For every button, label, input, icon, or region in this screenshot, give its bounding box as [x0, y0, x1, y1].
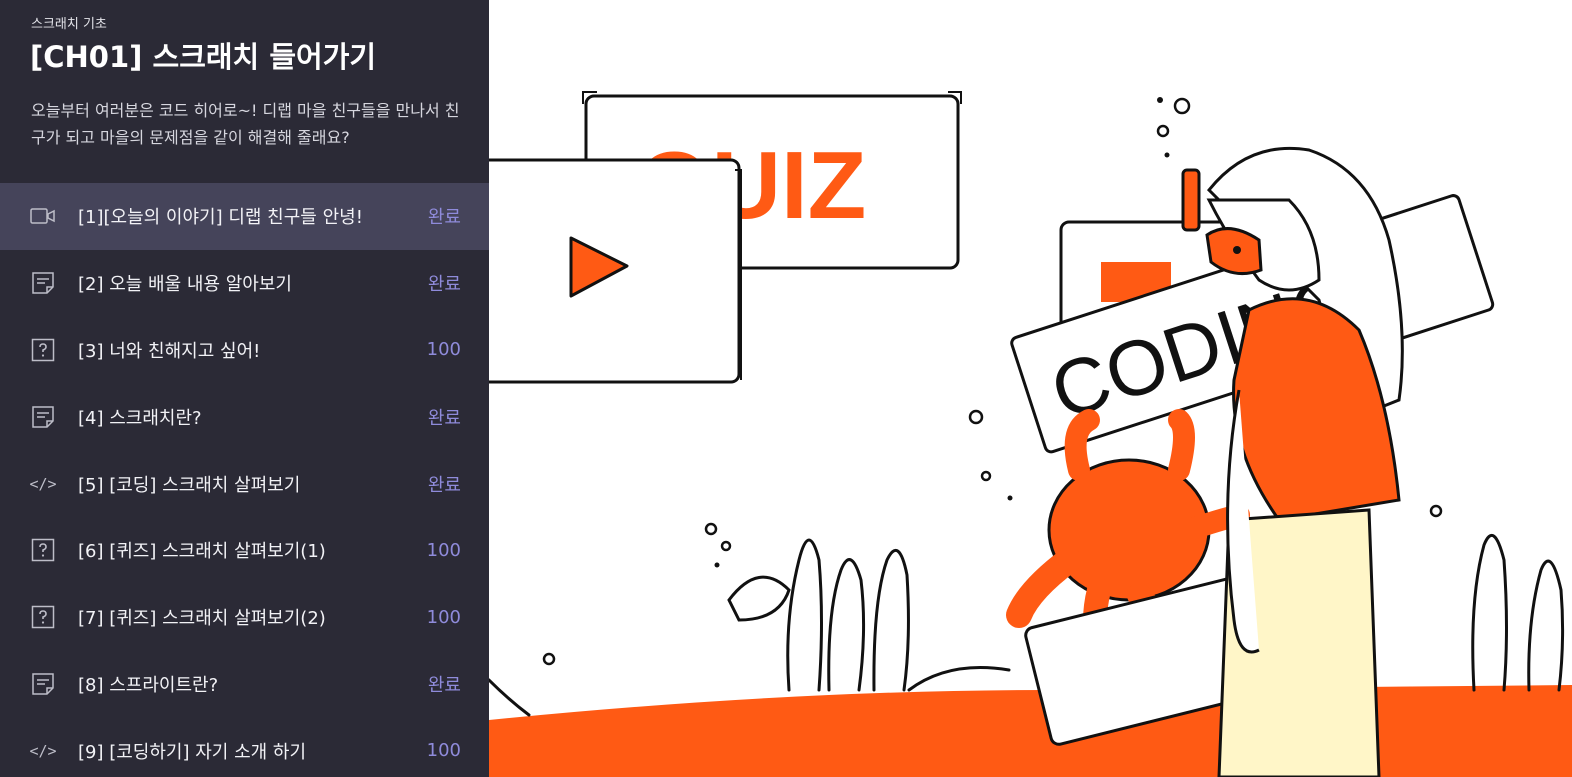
quiz-icon [29, 338, 57, 362]
lesson-status: 완료 [427, 274, 461, 296]
lesson-status: 완료 [427, 207, 461, 229]
illustration-art: QUIZ CODING [489, 91, 1572, 777]
lesson-status: 완료 [427, 407, 461, 429]
quiz-icon [29, 605, 57, 629]
lesson-item-9[interactable]: </> [9] [코딩하기] 자기 소개 하기 100 [0, 717, 489, 777]
lesson-label: [5] [코딩] 스크래치 살펴보기 [78, 474, 301, 496]
video-card [489, 158, 742, 384]
lesson-label: [1][오늘의 이야기] 디랩 친구들 안녕! [78, 207, 363, 229]
code-icon: </> [29, 741, 57, 760]
lesson-status: 완료 [427, 674, 461, 696]
lesson-label: [7] [퀴즈] 스크래치 살펴보기(2) [78, 608, 326, 630]
lesson-status: 100 [426, 339, 461, 361]
lesson-item-8[interactable]: [8] 스프라이트란? 완료 [0, 651, 489, 718]
note-icon [29, 271, 57, 295]
lesson-item-1[interactable]: [1][오늘의 이야기] 디랩 친구들 안녕! 완료 [0, 183, 489, 250]
lesson-label: [6] [퀴즈] 스크래치 살펴보기(1) [78, 541, 326, 563]
lesson-status: 100 [426, 740, 461, 762]
lesson-label: [8] 스프라이트란? [78, 674, 219, 696]
lesson-label: [4] 스크래치란? [78, 407, 202, 429]
lesson-label: [9] [코딩하기] 자기 소개 하기 [78, 741, 307, 763]
lesson-item-3[interactable]: [3] 너와 친해지고 싶어! 100 [0, 317, 489, 384]
code-icon: </> [29, 474, 57, 493]
lesson-item-2[interactable]: [2] 오늘 배울 내용 알아보기 완료 [0, 250, 489, 317]
quiz-icon [29, 538, 57, 562]
lesson-list: [1][오늘의 이야기] 디랩 친구들 안녕! 완료 [2] 오늘 배울 내용 … [0, 183, 489, 777]
lesson-label: [3] 너와 친해지고 싶어! [78, 340, 261, 362]
lesson-item-4[interactable]: [4] 스크래치란? 완료 [0, 383, 489, 450]
lesson-status: 100 [426, 539, 461, 561]
course-category: 스크래치 기초 [31, 17, 107, 32]
lesson-label: [2] 오늘 배울 내용 알아보기 [78, 274, 292, 296]
note-icon [29, 672, 57, 696]
course-title: [CH01] 스크래치 들어가기 [30, 40, 377, 74]
course-sidebar: 스크래치 기초 [CH01] 스크래치 들어가기 오늘부터 여러분은 코드 히어… [0, 0, 489, 777]
lesson-illustration: QUIZ CODING [489, 0, 1572, 777]
lesson-status: 완료 [427, 474, 461, 496]
note-icon [29, 405, 57, 429]
lesson-status: 100 [426, 606, 461, 628]
course-description: 오늘부터 여러분은 코드 히어로~! 디랩 마을 친구들을 만나서 친구가 되고… [31, 101, 460, 147]
lesson-item-6[interactable]: [6] [퀴즈] 스크래치 살펴보기(1) 100 [0, 517, 489, 584]
lesson-item-5[interactable]: </> [5] [코딩] 스크래치 살펴보기 완료 [0, 450, 489, 517]
lesson-item-7[interactable]: [7] [퀴즈] 스크래치 살펴보기(2) 100 [0, 584, 489, 651]
video-icon [29, 204, 57, 228]
